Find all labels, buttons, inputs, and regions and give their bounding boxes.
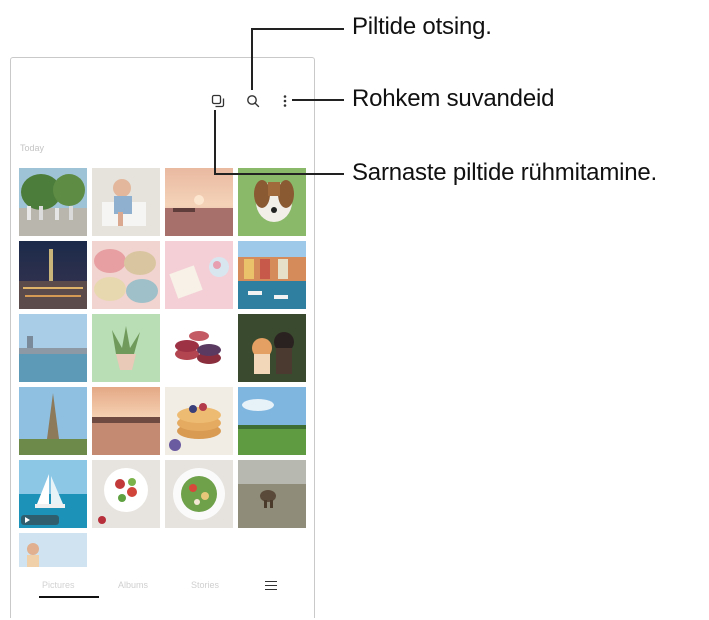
photo-park[interactable] [19,168,87,236]
search-callout-line-horizontal [251,28,344,30]
photo-eiffel-tower[interactable] [19,387,87,455]
menu-icon[interactable] [265,580,277,592]
photo-macarons[interactable] [92,241,160,309]
group-callout-line-vertical [214,110,216,174]
search-icon[interactable] [244,92,262,110]
photo-portrait[interactable] [19,533,87,567]
photo-salad-plate[interactable] [165,460,233,528]
photo-desk-flatlay[interactable] [165,241,233,309]
photo-beagle[interactable] [238,168,306,236]
section-label: Today [20,143,45,153]
search-callout-label: Piltide otsing. [352,13,492,40]
search-callout-line-vertical [251,28,253,90]
photo-city-night[interactable] [19,241,87,309]
tab-albums[interactable]: Albums [118,580,148,590]
photo-river-bridge[interactable] [19,314,87,382]
photo-succulent[interactable] [92,314,160,382]
photo-pancakes[interactable] [165,387,233,455]
gallery-screen: Today Pictures Albums Stories [10,57,315,618]
active-tab-indicator [39,596,99,598]
video-badge [21,515,59,525]
photo-sunset-beach[interactable] [165,168,233,236]
photo-harbor-houses[interactable] [238,241,306,309]
photo-meadow[interactable] [238,387,306,455]
photo-kitten-puppy[interactable] [238,314,306,382]
photo-toddler[interactable] [92,168,160,236]
tab-stories[interactable]: Stories [191,580,219,590]
video-sailboat[interactable] [19,460,87,528]
photo-macaron-stack[interactable] [165,314,233,382]
group-similar-icon[interactable] [209,92,227,110]
tab-pictures[interactable]: Pictures [42,580,75,590]
more-callout-line [292,99,344,101]
bottom-nav: Pictures Albums Stories [11,580,314,620]
photo-dog-field[interactable] [238,460,306,528]
more-options-callout-label: Rohkem suvandeid [352,85,555,112]
group-callout-line-horizontal [214,173,344,175]
photo-sunset-pier[interactable] [92,387,160,455]
more-options-icon[interactable] [276,92,294,110]
photo-salad-top[interactable] [92,460,160,528]
group-similar-callout-label: Sarnaste piltide rühmitamine. [352,159,658,186]
